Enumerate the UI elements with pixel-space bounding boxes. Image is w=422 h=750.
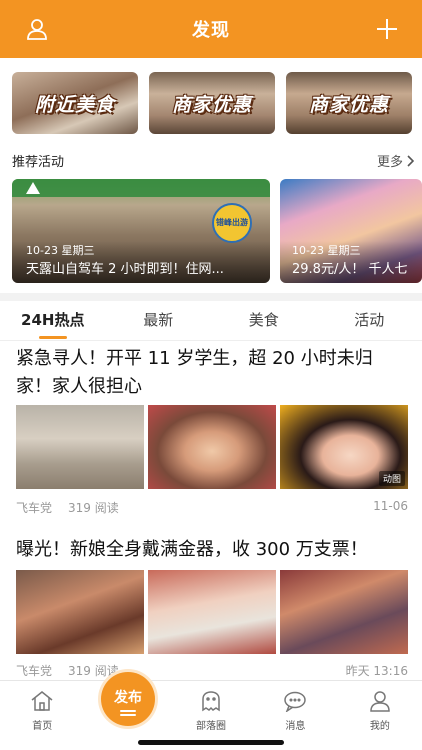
- article-time: 昨天 13:16: [345, 664, 408, 678]
- section-divider: [0, 293, 422, 301]
- add-button[interactable]: [372, 14, 402, 44]
- article-meta: 飞车党 319 阅读 昨天 13:16: [16, 662, 408, 679]
- article-image: [16, 570, 144, 654]
- article-image: [16, 405, 144, 489]
- article-images: 动图: [16, 405, 408, 489]
- activity-header-strip: [12, 179, 270, 197]
- chevron-right-icon: [407, 154, 414, 167]
- more-label: 更多: [376, 155, 403, 170]
- banner-merchant-deals[interactable]: 商家优惠: [149, 72, 275, 134]
- article-image: 动图: [280, 405, 408, 489]
- article-title: 紧急寻人！开平 11 岁学生，超 20 小时未归家！家人很担心: [16, 348, 373, 397]
- publish-button[interactable]: 发布: [101, 672, 155, 726]
- tab-latest[interactable]: 最新: [106, 301, 212, 340]
- nav-home[interactable]: 首页: [0, 681, 84, 750]
- nav-label: 消息: [285, 721, 306, 732]
- publish-label: 发布: [114, 689, 142, 706]
- user-icon: [370, 691, 390, 712]
- message-icon: [284, 691, 307, 712]
- tab-24h-hot[interactable]: 24H热点: [0, 301, 106, 340]
- banner-label: 商家优惠: [308, 94, 389, 116]
- article-author: 飞车党: [16, 664, 53, 678]
- article-image: [280, 570, 408, 654]
- banner-label: 附近美食: [34, 94, 115, 116]
- ghost-icon: [202, 691, 220, 712]
- gif-tag: 动图: [378, 471, 405, 486]
- page-title: 发现: [192, 20, 230, 41]
- publish-lines-icon: [120, 709, 136, 712]
- activity-card[interactable]: 错峰出游 10-23 星期三 天露山自驾车 2 小时即到！住网...: [12, 179, 270, 283]
- nav-label: 部落圈: [196, 721, 227, 732]
- article-title: 曝光！新娘全身戴满金器，收 300 万支票！: [16, 539, 368, 560]
- category-banners: 附近美食 商家优惠 商家优惠: [12, 72, 422, 134]
- activity-carousel: 错峰出游 10-23 星期三 天露山自驾车 2 小时即到！住网... 10-23…: [12, 179, 422, 283]
- article-images: [16, 570, 408, 654]
- plus-icon: [377, 19, 397, 39]
- article-image: [148, 570, 276, 654]
- article-time: 11-06: [373, 499, 408, 513]
- nav-me[interactable]: 我的: [338, 681, 422, 750]
- home-indicator: [138, 740, 284, 745]
- user-icon: [27, 19, 47, 40]
- nav-label: 我的: [369, 721, 390, 732]
- activity-date: 10-23 星期三: [26, 244, 95, 257]
- nav-label: 首页: [32, 721, 53, 732]
- article-author: 飞车党: [16, 501, 53, 515]
- tab-activity[interactable]: 活动: [317, 301, 422, 340]
- section-title: 推荐活动: [12, 155, 65, 170]
- tab-food[interactable]: 美食: [211, 301, 317, 340]
- home-icon: [31, 691, 53, 711]
- activity-desc: 29.8元/人！ 千人七: [292, 262, 408, 277]
- activity-date: 10-23 星期三: [292, 244, 361, 257]
- more-link[interactable]: 更多: [377, 151, 414, 170]
- profile-button[interactable]: [22, 14, 52, 44]
- top-bar: 发现: [0, 0, 422, 58]
- feed-tabs: 24H热点 最新 美食 活动: [0, 301, 422, 341]
- article-meta: 飞车党 319 阅读 11-06: [16, 499, 408, 516]
- banner-label: 商家优惠: [171, 94, 252, 116]
- activity-desc: 天露山自驾车 2 小时即到！住网...: [26, 262, 224, 277]
- article-image: [148, 405, 276, 489]
- article-reads: 319 阅读: [68, 501, 119, 515]
- activity-card[interactable]: 10-23 星期三 29.8元/人！ 千人七: [280, 179, 422, 283]
- banner-nearby-food[interactable]: 附近美食: [12, 72, 138, 134]
- banner-merchant-deals[interactable]: 商家优惠: [286, 72, 412, 134]
- activity-badge: 错峰出游: [212, 203, 252, 243]
